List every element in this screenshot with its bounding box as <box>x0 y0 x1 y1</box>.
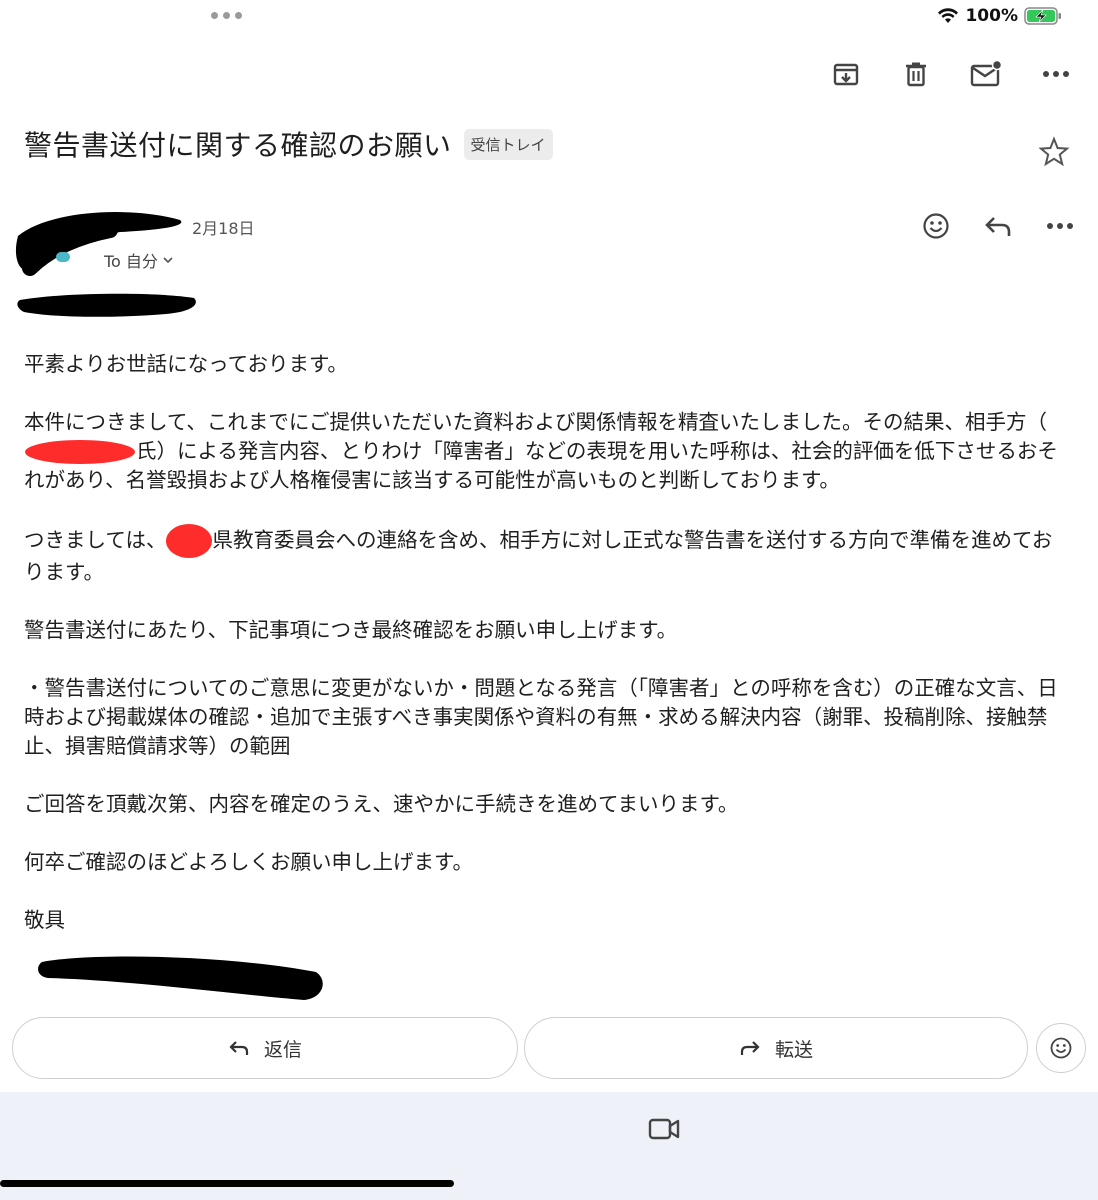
video-icon[interactable] <box>648 1114 680 1144</box>
wifi-icon <box>938 8 959 23</box>
forward-icon <box>740 1041 760 1055</box>
reply-icon <box>229 1041 249 1055</box>
status-right: 100% <box>937 6 1062 26</box>
paragraph-2-a: つきましては、 <box>24 528 167 552</box>
mail-unread-icon[interactable] <box>968 56 1004 92</box>
paragraph-4: ・警告書送付についてのご意思に変更がないか・問題となる発言（「障害者」との呼称を… <box>24 676 1058 758</box>
paragraph-1-b: 氏）による発言内容、とりわけ「障害者」などの表現を用いた呼称は、社会的評価を低下… <box>24 439 1058 492</box>
trash-icon[interactable] <box>898 56 934 92</box>
email-body: 平素よりお世話になっております。 本件につきまして、これまでにご提供いただいた資… <box>24 350 1064 964</box>
redacted-name <box>25 440 135 464</box>
more-icon[interactable] <box>1038 56 1074 92</box>
more-icon[interactable] <box>1046 222 1074 230</box>
redacted-address <box>17 293 196 317</box>
reply-button[interactable]: 返信 <box>12 1017 518 1079</box>
star-icon[interactable] <box>1038 136 1070 168</box>
paragraph-1: 本件につきまして、これまでにご提供いただいた資料および関係情報を精査いたしました… <box>24 408 1064 495</box>
forward-button[interactable]: 転送 <box>524 1017 1028 1079</box>
recipient-line[interactable]: To 自分 <box>104 248 174 272</box>
emoji-reaction-button[interactable] <box>1036 1023 1086 1073</box>
email-date: 2月18日 <box>192 219 255 238</box>
battery-charging-icon <box>1024 7 1061 25</box>
paragraph-6: 何卒ご確認のほどよろしくお願い申し上げます。 <box>24 850 473 874</box>
paragraph-1-a: 本件につきまして、これまでにご提供いただいた資料および関係情報を精査いたしました… <box>24 410 1047 434</box>
home-indicator[interactable] <box>0 1180 454 1187</box>
forward-label: 転送 <box>774 1038 813 1061</box>
reply-label: 返信 <box>263 1038 302 1061</box>
email-subject: 警告書送付に関する確認のお願い <box>24 129 452 162</box>
status-bar: 100% <box>0 0 1098 36</box>
reply-bar: 返信 転送 <box>12 1017 1088 1081</box>
closing: 敬具 <box>24 908 65 932</box>
greeting: 平素よりお世話になっております。 <box>24 352 348 376</box>
paragraph-2: つきましては、 県教育委員会への連絡を含め、相手方に対し正式な警告書を送付する方向… <box>24 524 1064 587</box>
avatar[interactable] <box>56 252 70 262</box>
inbox-label[interactable]: 受信トレイ <box>463 128 553 160</box>
redacted-prefecture <box>166 524 213 558</box>
paragraph-3: 警告書送付にあたり、下記事項につき最終確認をお願い申し上げます。 <box>24 618 678 642</box>
multitasking-dots[interactable] <box>211 12 242 19</box>
message-actions <box>922 212 1074 240</box>
emoji-icon <box>1050 1037 1072 1059</box>
chevron-down-icon <box>163 257 173 264</box>
archive-icon[interactable] <box>828 56 864 92</box>
recipient-text: To 自分 <box>104 252 158 271</box>
battery-percent: 100% <box>965 6 1018 26</box>
reply-icon[interactable] <box>984 214 1012 238</box>
email-toolbar <box>828 56 1074 92</box>
subject-row: 警告書送付に関する確認のお願い 受信トレイ <box>24 124 553 164</box>
redacted-signature <box>38 956 323 1000</box>
emoji-icon[interactable] <box>922 212 950 240</box>
paragraph-5: ご回答を頂戴次第、内容を確定のうえ、速やかに手続きを進めてまいります。 <box>24 792 739 816</box>
